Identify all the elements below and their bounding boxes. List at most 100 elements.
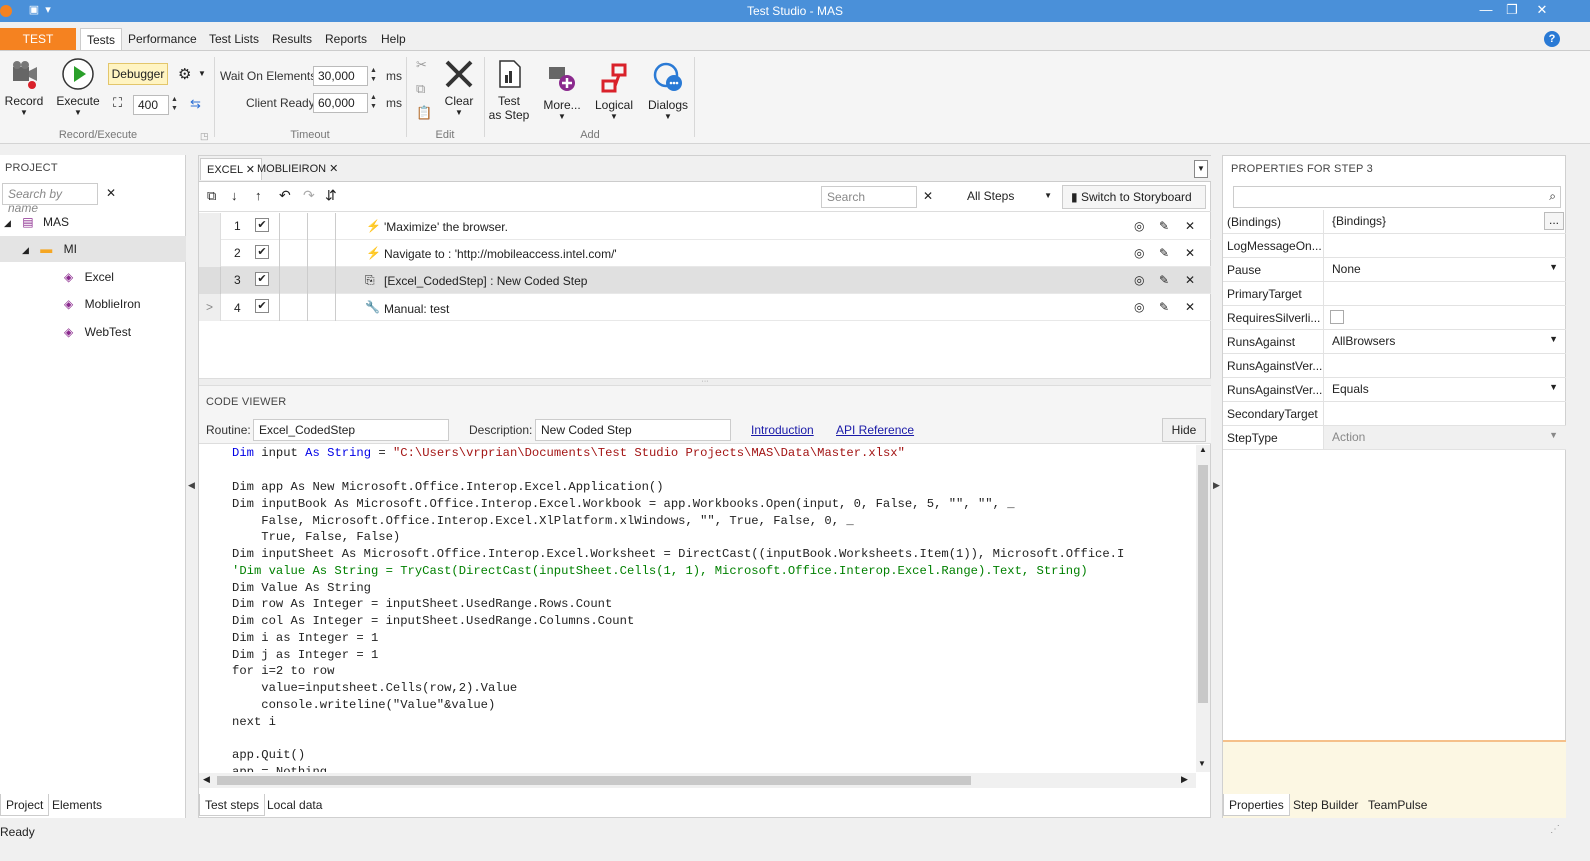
step-enabled-checkbox[interactable]: ✔ bbox=[255, 272, 269, 286]
properties-search-input[interactable]: ⌕ bbox=[1233, 186, 1561, 208]
step-enabled-checkbox[interactable]: ✔ bbox=[255, 218, 269, 232]
property-dropdown[interactable]: Equals ▼ bbox=[1323, 378, 1566, 401]
tab-local-data[interactable]: Local data bbox=[262, 794, 327, 816]
menu-test-lists[interactable]: Test Lists bbox=[203, 28, 265, 50]
property-row[interactable]: RunsAgainst AllBrowsers ▼ bbox=[1223, 330, 1566, 354]
wait-spinner[interactable]: ▲ ▼ bbox=[370, 66, 380, 84]
menu-performance[interactable]: Performance bbox=[122, 28, 203, 50]
move-down-icon[interactable]: ↓ bbox=[231, 188, 238, 203]
close-button[interactable]: ✕ bbox=[1530, 2, 1554, 20]
speed-input[interactable]: 400 bbox=[133, 95, 169, 115]
reorder-icon[interactable]: ⇵ bbox=[325, 187, 337, 204]
group-expand-icon[interactable]: ◳ bbox=[200, 131, 209, 142]
switch-storyboard-button[interactable]: ▮ Switch to Storyboard bbox=[1062, 185, 1206, 209]
scroll-thumb[interactable] bbox=[1198, 465, 1208, 703]
edit-pencil-icon[interactable]: ✎ bbox=[1159, 300, 1169, 314]
property-value[interactable] bbox=[1323, 402, 1566, 425]
browser-icon[interactable]: ⇆ bbox=[190, 96, 201, 112]
wait-on-elements-input[interactable]: 30,000 bbox=[313, 66, 368, 86]
step-row[interactable]: 2 ✔ ⚡ Navigate to : 'http://mobileaccess… bbox=[199, 240, 1211, 267]
routine-input[interactable]: Excel_CodedStep bbox=[253, 419, 449, 441]
tab-elements[interactable]: Elements bbox=[47, 794, 107, 816]
tabs-dropdown-icon[interactable]: ▼ bbox=[1194, 160, 1208, 178]
property-row[interactable]: SecondaryTarget bbox=[1223, 402, 1566, 426]
ellipsis-button[interactable]: ... bbox=[1544, 212, 1564, 230]
gear-icon[interactable]: ⚙ bbox=[178, 65, 191, 83]
step-options-icon[interactable]: ◎ bbox=[1134, 273, 1144, 287]
property-value[interactable] bbox=[1323, 282, 1566, 305]
property-row[interactable]: (Bindings) {Bindings} ... bbox=[1223, 210, 1566, 234]
code-vertical-scrollbar[interactable]: ▲ ▼ bbox=[1196, 445, 1210, 772]
property-dropdown[interactable]: None ▼ bbox=[1323, 258, 1566, 281]
property-dropdown[interactable]: AllBrowsers ▼ bbox=[1323, 330, 1566, 353]
undo-icon[interactable]: ↶ bbox=[279, 187, 291, 204]
minimize-button[interactable]: — bbox=[1474, 2, 1498, 20]
collapse-icon[interactable]: ◢ bbox=[22, 245, 29, 255]
property-row[interactable]: RunsAgainstVer... Equals ▼ bbox=[1223, 378, 1566, 402]
debugger-toggle[interactable]: Debugger bbox=[108, 63, 168, 85]
step-options-icon[interactable]: ◎ bbox=[1134, 246, 1144, 260]
menu-help[interactable]: Help bbox=[375, 28, 412, 50]
collapse-right-icon[interactable]: ▶ bbox=[1213, 480, 1220, 491]
expand-row-icon[interactable]: > bbox=[199, 294, 221, 321]
menu-test-studio[interactable]: TEST STUDIO bbox=[0, 28, 76, 68]
paste-icon[interactable]: 📋 bbox=[416, 105, 432, 121]
property-row[interactable]: LogMessageOn... bbox=[1223, 234, 1566, 258]
menu-reports[interactable]: Reports bbox=[319, 28, 373, 50]
introduction-link[interactable]: Introduction bbox=[751, 423, 814, 437]
client-ready-input[interactable]: 60,000 bbox=[313, 93, 368, 113]
property-row[interactable]: RunsAgainstVer... bbox=[1223, 354, 1566, 378]
edit-pencil-icon[interactable]: ✎ bbox=[1159, 273, 1169, 287]
clear-search-icon[interactable]: ✕ bbox=[923, 189, 933, 203]
clear-search-icon[interactable]: ✕ bbox=[106, 186, 116, 200]
description-input[interactable]: New Coded Step bbox=[535, 419, 731, 441]
maximize-button[interactable]: ❐ bbox=[1500, 2, 1524, 20]
tree-item-mas[interactable]: ◢ ▤ MAS bbox=[4, 209, 184, 235]
scroll-left-icon[interactable]: ◀ bbox=[203, 774, 210, 785]
steps-search-input[interactable]: Search bbox=[821, 186, 917, 208]
delete-icon[interactable]: ✕ bbox=[1185, 300, 1195, 314]
step-row[interactable]: > 4 ✔ 🔧 Manual: test ◎ ✎ ✕ bbox=[199, 294, 1211, 321]
requires-silverlight-checkbox[interactable] bbox=[1330, 310, 1344, 324]
close-tab-icon[interactable]: ✕ bbox=[329, 163, 338, 175]
tab-test-steps[interactable]: Test steps bbox=[199, 794, 266, 816]
property-value[interactable]: {Bindings} bbox=[1323, 210, 1566, 233]
logical-button[interactable]: Logical ▼ bbox=[594, 61, 634, 121]
scroll-up-icon[interactable]: ▲ bbox=[1196, 445, 1210, 454]
resize-grip-icon[interactable]: ⋰ bbox=[1550, 824, 1560, 835]
project-search-input[interactable]: Search by name bbox=[2, 183, 98, 215]
delete-icon[interactable]: ✕ bbox=[1185, 219, 1195, 233]
row-gutter[interactable] bbox=[199, 213, 221, 240]
step-options-icon[interactable]: ◎ bbox=[1134, 219, 1144, 233]
menu-results[interactable]: Results bbox=[266, 28, 318, 50]
code-editor[interactable]: Dim input As String = "C:\Users\vrprian\… bbox=[199, 445, 1196, 772]
help-icon[interactable]: ? bbox=[1544, 31, 1560, 47]
property-row[interactable]: StepType Action ▼ bbox=[1223, 426, 1566, 450]
tree-item-mi[interactable]: ◢ ▬ MI bbox=[0, 236, 186, 262]
step-enabled-checkbox[interactable]: ✔ bbox=[255, 299, 269, 313]
collapse-all-icon[interactable]: ⧉ bbox=[207, 188, 216, 204]
code-horizontal-scrollbar[interactable]: ◀ ▶ bbox=[199, 773, 1196, 788]
copy-icon[interactable]: ⧉ bbox=[416, 81, 425, 97]
property-row[interactable]: PrimaryTarget bbox=[1223, 282, 1566, 306]
move-up-icon[interactable]: ↑ bbox=[255, 188, 262, 203]
api-reference-link[interactable]: API Reference bbox=[836, 423, 914, 437]
edit-pencil-icon[interactable]: ✎ bbox=[1159, 246, 1169, 260]
tab-moblieiron[interactable]: MOBLIEIRON ✕ bbox=[251, 158, 344, 180]
more-button[interactable]: More... ▼ bbox=[540, 61, 584, 121]
steps-filter-dropdown[interactable]: All Steps ▼ bbox=[967, 189, 1052, 203]
scroll-down-icon[interactable]: ▼ bbox=[1198, 759, 1206, 768]
client-spinner[interactable]: ▲ ▼ bbox=[370, 93, 380, 111]
tree-item-moblieiron[interactable]: ◈ MoblieIron bbox=[64, 291, 141, 317]
tab-properties[interactable]: Properties bbox=[1223, 794, 1290, 816]
collapse-icon[interactable]: ◢ bbox=[4, 218, 11, 228]
step-enabled-checkbox[interactable]: ✔ bbox=[255, 245, 269, 259]
menu-tests[interactable]: Tests bbox=[80, 28, 123, 50]
tab-teampulse[interactable]: TeamPulse bbox=[1363, 794, 1432, 816]
execute-button[interactable]: Execute ▼ bbox=[56, 57, 100, 117]
property-value[interactable] bbox=[1323, 306, 1566, 329]
scroll-thumb[interactable] bbox=[217, 776, 971, 785]
tree-item-webtest[interactable]: ◈ WebTest bbox=[64, 319, 131, 345]
collapse-left-icon[interactable]: ◀ bbox=[188, 480, 195, 491]
test-as-step-button[interactable]: Test as Step bbox=[488, 57, 530, 122]
